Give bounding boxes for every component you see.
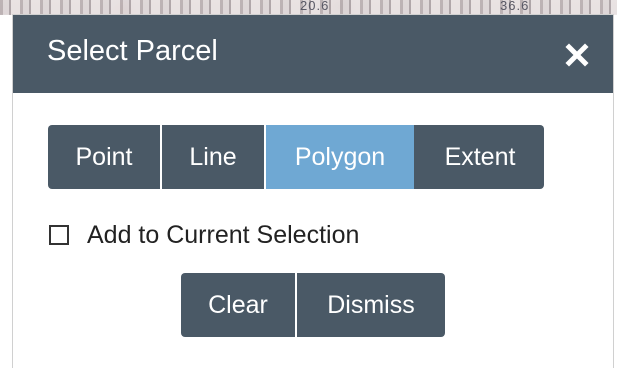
dismiss-button[interactable]: Dismiss [297, 273, 445, 337]
select-parcel-dialog: Select Parcel Point Line Polygon Extent … [13, 15, 613, 368]
selection-mode-group: Point Line Polygon Extent [48, 125, 544, 189]
clear-button[interactable]: Clear [181, 273, 297, 337]
point-button[interactable]: Point [48, 125, 162, 189]
line-button[interactable]: Line [162, 125, 266, 189]
dialog-title: Select Parcel [47, 35, 218, 67]
map-label: 20.6 [300, 0, 330, 13]
action-buttons: Clear Dismiss [181, 273, 445, 337]
add-to-selection-checkbox[interactable] [49, 225, 69, 245]
add-to-selection-row: Add to Current Selection [49, 219, 359, 251]
extent-button[interactable]: Extent [416, 125, 544, 189]
close-button[interactable] [563, 41, 591, 69]
add-to-selection-label[interactable]: Add to Current Selection [87, 221, 359, 250]
close-icon [565, 43, 589, 67]
map-label: 36.6 [500, 0, 530, 13]
polygon-button[interactable]: Polygon [266, 125, 416, 189]
dialog-header: Select Parcel [13, 15, 613, 93]
